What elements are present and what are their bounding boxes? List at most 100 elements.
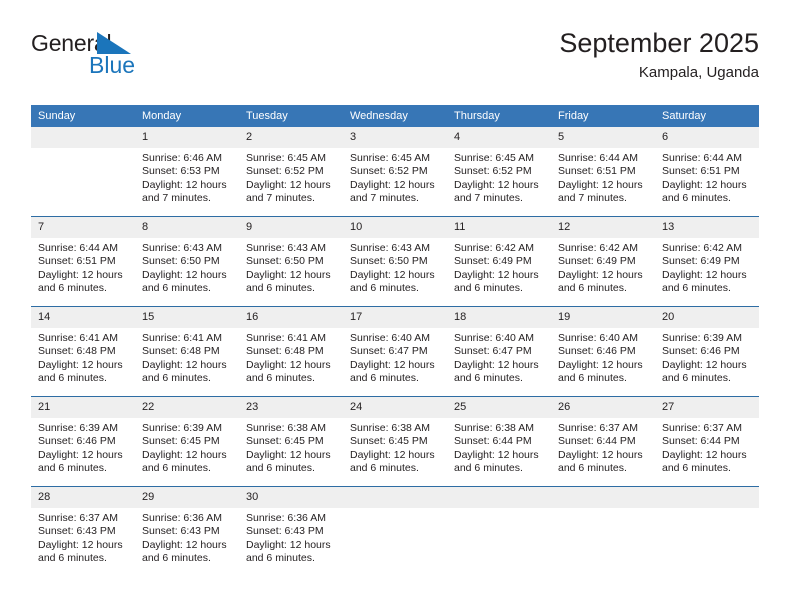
day-details: Sunrise: 6:40 AM Sunset: 6:47 PM Daylight:… [343, 328, 447, 386]
daylight-text-line1: Daylight: 12 hours [662, 358, 747, 371]
day-details: Sunrise: 6:37 AM Sunset: 6:44 PM Daylight:… [655, 418, 759, 476]
daylight-text-line1: Daylight: 12 hours [142, 538, 227, 551]
sunset-text: Sunset: 6:49 PM [454, 255, 532, 268]
sunset-text: Sunset: 6:52 PM [350, 165, 428, 178]
daylight-text-line1: Daylight: 12 hours [662, 268, 747, 281]
daylight-text-line2: and 7 minutes. [142, 192, 211, 205]
day-details: Sunrise: 6:42 AM Sunset: 6:49 PM Daylight:… [655, 238, 759, 296]
day-number: 20 [655, 307, 759, 328]
calendar-day-cell[interactable]: 4 Sunrise: 6:45 AM Sunset: 6:52 PM Daylight… [447, 127, 551, 217]
day-details: Sunrise: 6:41 AM Sunset: 6:48 PM Daylight:… [31, 328, 135, 386]
day-details: Sunrise: 6:39 AM Sunset: 6:46 PM Daylight:… [655, 328, 759, 386]
weekday-header-monday: Monday [135, 105, 239, 127]
calendar-day-cell[interactable]: 26 Sunrise: 6:37 AM Sunset: 6:44 PM Dayligh… [551, 396, 655, 487]
calendar-day-cell[interactable]: 9 Sunrise: 6:43 AM Sunset: 6:50 PM Daylight… [239, 216, 343, 307]
calendar-day-cell[interactable]: 17 Sunrise: 6:40 AM Sunset: 6:47 PM Dayligh… [343, 306, 447, 397]
calendar-day-cell[interactable]: 6 Sunrise: 6:44 AM Sunset: 6:51 PM Daylight… [655, 127, 759, 217]
sunset-text: Sunset: 6:52 PM [454, 165, 532, 178]
calendar-day-cell-empty [343, 486, 447, 576]
day-number: 3 [343, 127, 447, 148]
sunrise-text: Sunrise: 6:42 AM [454, 242, 534, 254]
calendar-day-cell[interactable]: 5 Sunrise: 6:44 AM Sunset: 6:51 PM Daylight… [551, 127, 655, 217]
daylight-text-line1: Daylight: 12 hours [558, 178, 643, 191]
brand-name-blue: Blue [89, 52, 136, 78]
page-header: General Blue September 2025 Kampala, Uga… [31, 28, 759, 98]
calendar-day-cell[interactable]: 8 Sunrise: 6:43 AM Sunset: 6:50 PM Daylight… [135, 216, 239, 307]
daylight-text-line1: Daylight: 12 hours [558, 448, 643, 461]
day-number [551, 487, 655, 508]
day-number: 18 [447, 307, 551, 328]
daylight-text-line1: Daylight: 12 hours [246, 178, 331, 191]
calendar-day-cell[interactable]: 23 Sunrise: 6:38 AM Sunset: 6:45 PM Dayligh… [239, 396, 343, 487]
calendar-day-cell[interactable]: 7 Sunrise: 6:44 AM Sunset: 6:51 PM Daylight… [31, 216, 135, 307]
sunset-text: Sunset: 6:48 PM [142, 345, 220, 358]
calendar-day-cell[interactable]: 10 Sunrise: 6:43 AM Sunset: 6:50 PM Dayligh… [343, 216, 447, 307]
calendar-day-cell[interactable]: 15 Sunrise: 6:41 AM Sunset: 6:48 PM Dayligh… [135, 306, 239, 397]
daylight-text-line2: and 6 minutes. [38, 552, 107, 565]
calendar-day-cell[interactable]: 16 Sunrise: 6:41 AM Sunset: 6:48 PM Dayligh… [239, 306, 343, 397]
daylight-text-line2: and 6 minutes. [558, 372, 627, 385]
sunrise-text: Sunrise: 6:46 AM [142, 152, 222, 164]
day-number: 17 [343, 307, 447, 328]
calendar-day-cell[interactable]: 13 Sunrise: 6:42 AM Sunset: 6:49 PM Dayligh… [655, 216, 759, 307]
day-number [343, 487, 447, 508]
day-number: 27 [655, 397, 759, 418]
day-number: 7 [31, 217, 135, 238]
calendar-day-cell[interactable]: 14 Sunrise: 6:41 AM Sunset: 6:48 PM Dayligh… [31, 306, 135, 397]
calendar-day-cell[interactable]: 22 Sunrise: 6:39 AM Sunset: 6:45 PM Dayligh… [135, 396, 239, 487]
calendar-day-cell[interactable]: 21 Sunrise: 6:39 AM Sunset: 6:46 PM Dayligh… [31, 396, 135, 487]
calendar-week-row: 28 Sunrise: 6:37 AM Sunset: 6:43 PM Dayligh… [31, 486, 759, 576]
daylight-text-line2: and 6 minutes. [662, 192, 731, 205]
calendar-day-cell[interactable]: 24 Sunrise: 6:38 AM Sunset: 6:45 PM Dayligh… [343, 396, 447, 487]
daylight-text-line1: Daylight: 12 hours [38, 358, 123, 371]
sunset-text: Sunset: 6:43 PM [38, 525, 116, 538]
daylight-text-line1: Daylight: 12 hours [454, 178, 539, 191]
day-details: Sunrise: 6:45 AM Sunset: 6:52 PM Daylight:… [343, 148, 447, 206]
sunrise-text: Sunrise: 6:45 AM [350, 152, 430, 164]
calendar-day-cell[interactable]: 25 Sunrise: 6:38 AM Sunset: 6:44 PM Dayligh… [447, 396, 551, 487]
day-number: 5 [551, 127, 655, 148]
sunrise-text: Sunrise: 6:45 AM [246, 152, 326, 164]
brand-logo[interactable]: General Blue [31, 30, 251, 90]
daylight-text-line2: and 6 minutes. [38, 372, 107, 385]
calendar-day-cell[interactable]: 12 Sunrise: 6:42 AM Sunset: 6:49 PM Dayligh… [551, 216, 655, 307]
daylight-text-line2: and 7 minutes. [454, 192, 523, 205]
day-details: Sunrise: 6:39 AM Sunset: 6:45 PM Daylight:… [135, 418, 239, 476]
weekday-header-thursday: Thursday [447, 105, 551, 127]
day-number: 21 [31, 397, 135, 418]
day-number: 1 [135, 127, 239, 148]
calendar-day-cell[interactable]: 3 Sunrise: 6:45 AM Sunset: 6:52 PM Daylight… [343, 127, 447, 217]
day-number: 4 [447, 127, 551, 148]
calendar-day-cell[interactable]: 20 Sunrise: 6:39 AM Sunset: 6:46 PM Dayligh… [655, 306, 759, 397]
daylight-text-line2: and 6 minutes. [38, 282, 107, 295]
daylight-text-line2: and 6 minutes. [350, 462, 419, 475]
daylight-text-line2: and 6 minutes. [142, 552, 211, 565]
calendar-day-cell[interactable]: 27 Sunrise: 6:37 AM Sunset: 6:44 PM Dayligh… [655, 396, 759, 487]
calendar-day-cell[interactable]: 29 Sunrise: 6:36 AM Sunset: 6:43 PM Dayligh… [135, 486, 239, 576]
calendar-day-cell[interactable]: 2 Sunrise: 6:45 AM Sunset: 6:52 PM Daylight… [239, 127, 343, 217]
sunset-text: Sunset: 6:49 PM [558, 255, 636, 268]
calendar-day-cell[interactable]: 1 Sunrise: 6:46 AM Sunset: 6:53 PM Daylight… [135, 127, 239, 217]
calendar-day-cell[interactable]: 11 Sunrise: 6:42 AM Sunset: 6:49 PM Dayligh… [447, 216, 551, 307]
calendar-header-row: Sunday Monday Tuesday Wednesday Thursday Frid… [31, 105, 759, 127]
sunset-text: Sunset: 6:46 PM [558, 345, 636, 358]
day-number: 24 [343, 397, 447, 418]
sunrise-text: Sunrise: 6:42 AM [662, 242, 742, 254]
calendar-day-cell[interactable]: 19 Sunrise: 6:40 AM Sunset: 6:46 PM Dayligh… [551, 306, 655, 397]
day-details: Sunrise: 6:37 AM Sunset: 6:44 PM Daylight:… [551, 418, 655, 476]
daylight-text-line1: Daylight: 12 hours [350, 358, 435, 371]
day-details: Sunrise: 6:38 AM Sunset: 6:45 PM Daylight:… [239, 418, 343, 476]
sunset-text: Sunset: 6:50 PM [350, 255, 428, 268]
triangle-icon [97, 32, 131, 54]
daylight-text-line1: Daylight: 12 hours [142, 268, 227, 281]
daylight-text-line2: and 6 minutes. [350, 282, 419, 295]
sunrise-text: Sunrise: 6:37 AM [662, 422, 742, 434]
sunset-text: Sunset: 6:53 PM [142, 165, 220, 178]
daylight-text-line2: and 6 minutes. [142, 372, 211, 385]
day-number: 28 [31, 487, 135, 508]
sunset-text: Sunset: 6:46 PM [662, 345, 740, 358]
calendar-day-cell[interactable]: 18 Sunrise: 6:40 AM Sunset: 6:47 PM Dayligh… [447, 306, 551, 397]
calendar-day-cell[interactable]: 28 Sunrise: 6:37 AM Sunset: 6:43 PM Dayligh… [31, 486, 135, 576]
calendar-day-cell[interactable]: 30 Sunrise: 6:36 AM Sunset: 6:43 PM Dayligh… [239, 486, 343, 576]
sunset-text: Sunset: 6:51 PM [38, 255, 116, 268]
